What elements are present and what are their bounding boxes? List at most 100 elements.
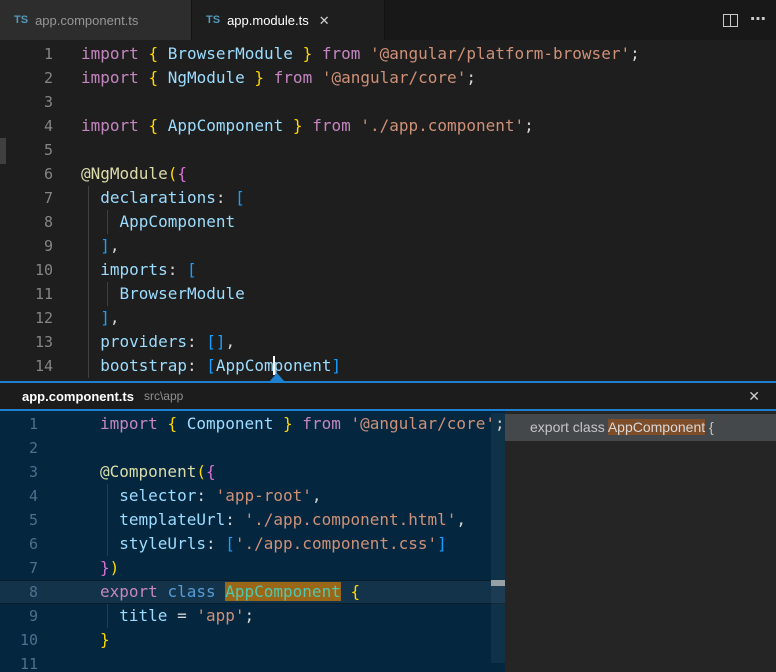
code-line[interactable]: 9 ], [0, 234, 776, 258]
code-line[interactable]: 6 styleUrls: ['./app.component.css'] [0, 532, 505, 556]
token: ] [437, 534, 447, 553]
token: } [273, 414, 292, 433]
peek-definition-widget: app.component.ts src\app ✕ 1import { Com… [0, 381, 776, 670]
token: { [341, 582, 360, 601]
token: ] [100, 308, 110, 327]
peek-close-icon[interactable]: ✕ [742, 388, 766, 405]
code-line[interactable]: 2 [0, 436, 505, 460]
line-number: 11 [0, 282, 53, 306]
code-line[interactable]: 10} [0, 628, 505, 652]
tab-label: app.component.ts [35, 13, 138, 28]
code-line[interactable]: 14 bootstrap: [AppComponent] [0, 354, 776, 378]
token [81, 260, 100, 279]
token [100, 510, 119, 529]
line-number: 9 [0, 234, 53, 258]
token: : [187, 356, 206, 375]
more-actions-icon[interactable]: ⋯ [750, 12, 766, 28]
tab-app-component-ts[interactable]: TS app.component.ts [0, 0, 192, 40]
token: ; [245, 606, 255, 625]
token [81, 236, 100, 255]
peek-editor-app-component[interactable]: 1import { Component } from '@angular/cor… [0, 411, 505, 672]
code-line[interactable]: 3@Component({ [0, 460, 505, 484]
token: [ [235, 188, 245, 207]
split-editor-icon[interactable] [723, 14, 738, 27]
token: BrowserModule [120, 284, 245, 303]
token: } [293, 44, 312, 63]
token: title [119, 606, 167, 625]
token [100, 486, 119, 505]
token: : [196, 486, 215, 505]
code-line[interactable]: 9 title = 'app'; [0, 604, 505, 628]
token: { [148, 68, 167, 87]
code-line[interactable]: 11 BrowserModule [0, 282, 776, 306]
code-line[interactable]: 1import { BrowserModule } from '@angular… [0, 42, 776, 66]
token: , [456, 510, 466, 529]
token: export [100, 582, 167, 601]
token: ) [110, 558, 120, 577]
token: ( [196, 462, 206, 481]
line-number: 14 [0, 354, 53, 378]
code-line[interactable]: 11 [0, 652, 505, 672]
editor-app-module[interactable]: 1import { BrowserModule } from '@angular… [0, 40, 776, 381]
code-line[interactable]: 8export class AppComponent { [0, 580, 505, 604]
token [100, 534, 119, 553]
line-number: 10 [0, 258, 53, 282]
code-line[interactable]: 5 templateUrl: './app.component.html', [0, 508, 505, 532]
code-text: export class AppComponent { [100, 580, 360, 604]
code-text: }) [100, 556, 119, 580]
token: { [148, 44, 167, 63]
code-line[interactable]: 10 imports: [ [0, 258, 776, 282]
token: NgModule [168, 68, 245, 87]
tab-app-module-ts[interactable]: TS app.module.ts ✕ [192, 0, 385, 40]
line-number: 3 [0, 90, 53, 114]
reference-result-row[interactable]: export class AppComponent { [505, 414, 776, 441]
code-line[interactable]: 6@NgModule({ [0, 162, 776, 186]
code-line[interactable]: 8 AppComponent [0, 210, 776, 234]
token: import [81, 44, 148, 63]
code-line[interactable]: 7}) [0, 556, 505, 580]
token: imports [100, 260, 167, 279]
typescript-file-icon: TS [206, 14, 220, 26]
token: './app.component.html' [245, 510, 457, 529]
token: '@angular/core' [350, 414, 495, 433]
token: './app.component.css' [235, 534, 437, 553]
code-line[interactable]: 4 selector: 'app-root', [0, 484, 505, 508]
token: , [226, 332, 236, 351]
code-line[interactable]: 12 ], [0, 306, 776, 330]
peek-editor-scrollbar[interactable] [491, 413, 505, 663]
token: 'app' [196, 606, 244, 625]
token [81, 332, 100, 351]
token: } [100, 630, 110, 649]
line-number: 6 [0, 162, 53, 186]
editor-actions: ⋯ [723, 0, 776, 40]
code-text: ], [81, 306, 120, 330]
token: declarations [100, 188, 216, 207]
code-line[interactable]: 7 declarations: [ [0, 186, 776, 210]
overview-ruler-match-mark [491, 580, 505, 586]
token: selector [119, 486, 196, 505]
token: [] [206, 332, 225, 351]
code-line[interactable]: 13 providers: [], [0, 330, 776, 354]
token: [ [206, 356, 216, 375]
code-text: import { NgModule } from '@angular/core'… [81, 66, 476, 90]
code-line[interactable]: 1import { Component } from '@angular/cor… [0, 412, 505, 436]
token: from [293, 414, 351, 433]
token [81, 284, 120, 303]
token: '@angular/core' [322, 68, 467, 87]
token [81, 188, 100, 207]
token: '@angular/platform-browser' [370, 44, 630, 63]
token: , [110, 236, 120, 255]
peek-file-path: src\app [144, 389, 183, 403]
code-line[interactable]: 3 [0, 90, 776, 114]
code-line[interactable]: 2import { NgModule } from '@angular/core… [0, 66, 776, 90]
token [81, 356, 100, 375]
code-line[interactable]: 4import { AppComponent } from './app.com… [0, 114, 776, 138]
token [100, 606, 119, 625]
line-number: 5 [0, 138, 53, 162]
line-number: 5 [0, 508, 38, 532]
code-text: title = 'app'; [100, 604, 254, 628]
line-number: 3 [0, 460, 38, 484]
code-line[interactable]: 5 [0, 138, 776, 162]
code-text: declarations: [ [81, 186, 245, 210]
close-tab-icon[interactable]: ✕ [319, 14, 330, 27]
